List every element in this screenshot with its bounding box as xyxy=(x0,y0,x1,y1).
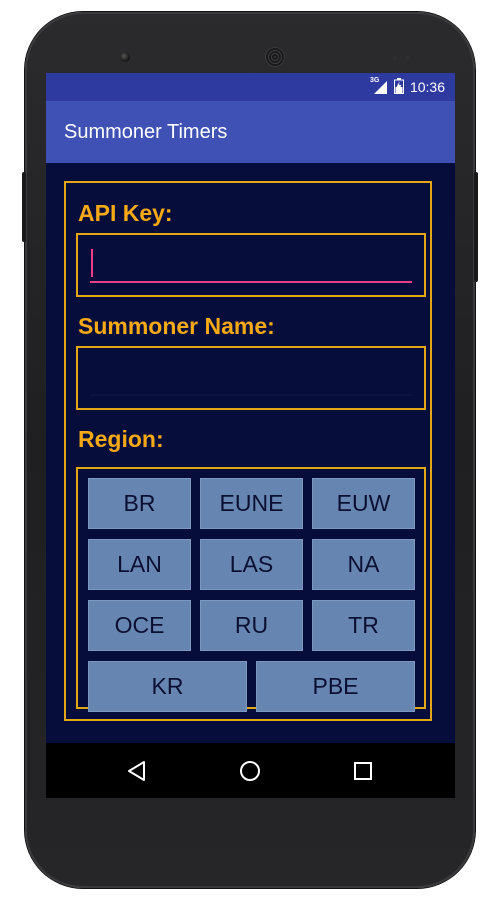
status-bar: 3G 10:36 xyxy=(46,73,455,101)
region-button-eune[interactable]: EUNE xyxy=(200,478,303,529)
region-button-euw[interactable]: EUW xyxy=(312,478,415,529)
region-button-br[interactable]: BR xyxy=(88,478,191,529)
api-key-underline xyxy=(90,281,412,283)
summoner-name-label: Summoner Name: xyxy=(78,313,275,339)
recents-button[interactable] xyxy=(333,743,393,798)
region-button-na[interactable]: NA xyxy=(312,539,415,590)
region-button-lan[interactable]: LAN xyxy=(88,539,191,590)
app-title: Summoner Timers xyxy=(64,120,228,143)
volume-button xyxy=(474,172,478,282)
region-button-las[interactable]: LAS xyxy=(200,539,303,590)
app-bar: Summoner Timers xyxy=(46,101,455,163)
front-camera xyxy=(120,52,130,62)
back-triangle-icon xyxy=(128,760,145,781)
region-button-pbe[interactable]: PBE xyxy=(256,661,415,712)
phone-screen: 3G 10:36 Summoner Timers API Key: Summon… xyxy=(46,73,455,798)
earpiece-speaker xyxy=(265,47,285,67)
home-circle-icon xyxy=(240,760,260,781)
region-button-tr[interactable]: TR xyxy=(312,600,415,651)
region-button-kr[interactable]: KR xyxy=(88,661,247,712)
battery-icon xyxy=(393,77,404,97)
signal-icon: 3G xyxy=(369,77,388,95)
proximity-sensor xyxy=(392,55,397,60)
region-button-oce[interactable]: OCE xyxy=(88,600,191,651)
region-label: Region: xyxy=(78,426,164,452)
power-button xyxy=(22,172,26,242)
settings-frame: API Key: Summoner Name: Region: BR EUNE … xyxy=(64,181,432,721)
recents-square-icon xyxy=(354,761,372,780)
region-button-ru[interactable]: RU xyxy=(200,600,303,651)
summoner-name-box xyxy=(76,346,426,410)
light-sensor xyxy=(405,55,410,60)
back-button[interactable] xyxy=(107,743,167,798)
home-button[interactable] xyxy=(220,743,280,798)
summoner-name-input[interactable] xyxy=(90,358,416,396)
status-icons: 3G 10:36 xyxy=(370,73,445,101)
api-key-input[interactable] xyxy=(90,245,416,283)
summoner-name-underline xyxy=(90,394,412,396)
region-selector: BR EUNE EUW LAN LAS NA OCE RU TR KR PBE xyxy=(76,467,426,712)
clock: 10:36 xyxy=(409,79,445,95)
text-cursor xyxy=(91,249,93,277)
network-type-label: 3G xyxy=(369,77,380,84)
main-content: API Key: Summoner Name: Region: BR EUNE … xyxy=(46,163,455,743)
api-key-label: API Key: xyxy=(78,200,173,226)
api-key-box xyxy=(76,233,426,297)
navigation-bar xyxy=(46,743,455,798)
